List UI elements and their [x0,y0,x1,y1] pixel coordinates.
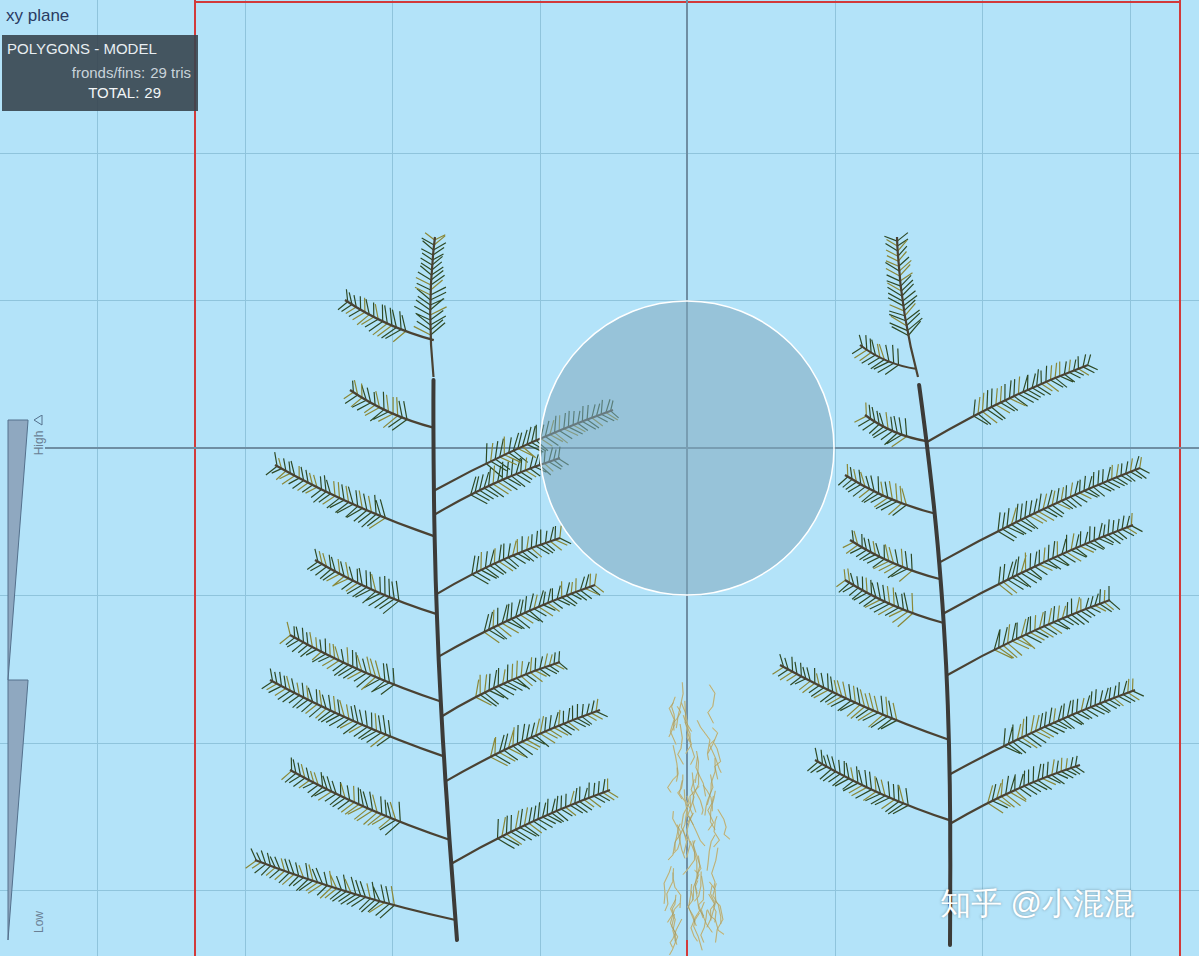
stats-heading: POLYGONS - MODEL [7,40,193,58]
stats-panel: POLYGONS - MODEL fronds/fins: 29 tris TOTA… [2,35,198,111]
moss-strand[interactable] [664,682,730,955]
viewport-canvas[interactable] [0,0,1199,956]
lod-slider[interactable]: High Low [4,415,48,945]
lod-ramp-icon [4,415,48,945]
stat-row: fronds/fins: 29 tris [72,64,191,82]
viewport[interactable]: xy plane POLYGONS - MODEL fronds/fins: 29… [0,0,1199,956]
lod-high-label: High [32,431,46,456]
stat-label: TOTAL: [88,84,139,102]
stat-value: 29 [144,84,161,102]
axes [45,0,1199,956]
stat-value: 29 tris [150,64,191,82]
right-frond[interactable] [773,233,1150,945]
bounds-frame [195,0,1180,956]
left-frond[interactable] [246,233,619,940]
selection-circle[interactable] [540,301,834,595]
stat-label: fronds/fins: [72,64,145,82]
watermark: 知乎 @小混混 [940,884,1135,924]
viewport-title: xy plane [6,5,69,27]
stat-row: TOTAL: 29 [88,84,191,102]
grid [0,0,1199,956]
lod-low-label: Low [32,911,46,933]
